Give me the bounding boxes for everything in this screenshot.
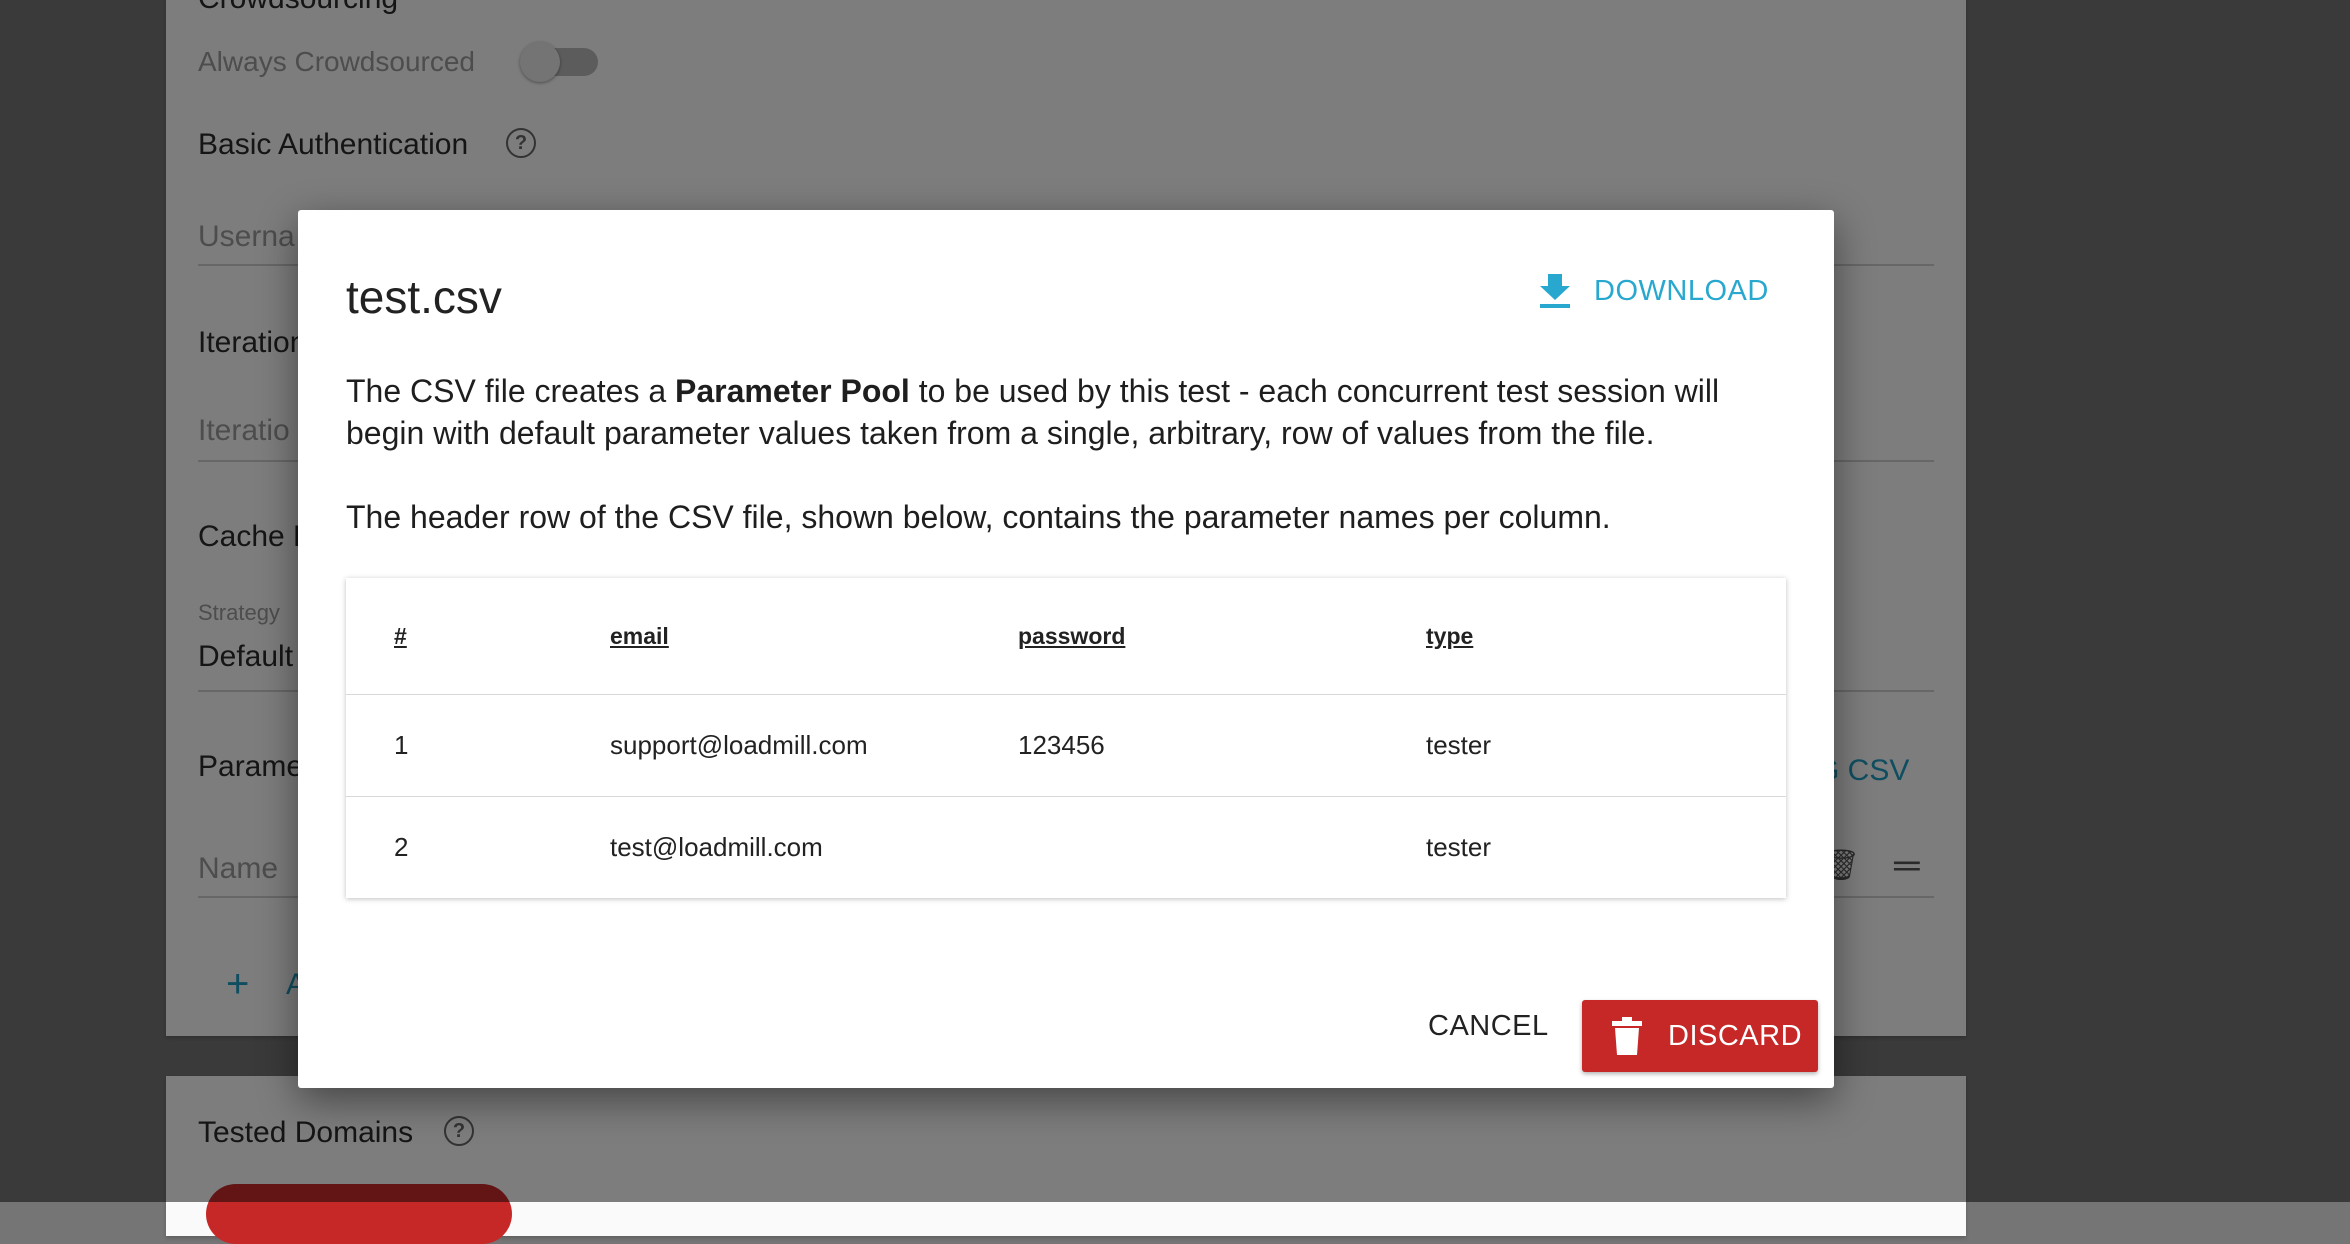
- table-row: 1 support@loadmill.com 123456 tester: [346, 695, 1786, 797]
- download-label: DOWNLOAD: [1594, 274, 1769, 307]
- table-cell: tester: [1426, 832, 1492, 862]
- column-header[interactable]: type: [1426, 578, 1473, 694]
- csv-table: # email password type 1 support@loadmill…: [346, 578, 1786, 898]
- column-header[interactable]: #: [394, 578, 407, 694]
- header-row-note: The header row of the CSV file, shown be…: [346, 499, 1611, 535]
- dialog-title: test.csv: [346, 271, 502, 323]
- cancel-button[interactable]: CANCEL: [1428, 1010, 1549, 1043]
- table-cell: 2: [394, 832, 409, 862]
- table-cell: tester: [1426, 730, 1492, 760]
- discard-button[interactable]: DISCARD: [1582, 1000, 1818, 1072]
- csv-description: The CSV file creates a Parameter Pool to…: [346, 373, 1720, 451]
- table-cell: 1: [394, 730, 409, 760]
- parameter-pool-term: Parameter Pool: [675, 373, 910, 409]
- download-button[interactable]: DOWNLOAD: [1538, 272, 1769, 310]
- csv-dialog: test.csv DOWNLOAD The CSV file creates a…: [298, 210, 1834, 1088]
- table-cell: test@loadmill.com: [610, 832, 823, 862]
- trash-icon: [1612, 1017, 1642, 1055]
- table-cell: support@loadmill.com: [610, 730, 868, 760]
- download-icon: [1540, 274, 1570, 308]
- column-header[interactable]: email: [610, 578, 669, 694]
- discard-label: DISCARD: [1668, 1019, 1803, 1052]
- table-header-row: # email password type: [346, 578, 1786, 695]
- column-header[interactable]: password: [1018, 578, 1125, 694]
- table-cell: 123456: [1018, 730, 1105, 760]
- table-row: 2 test@loadmill.com tester: [346, 797, 1786, 898]
